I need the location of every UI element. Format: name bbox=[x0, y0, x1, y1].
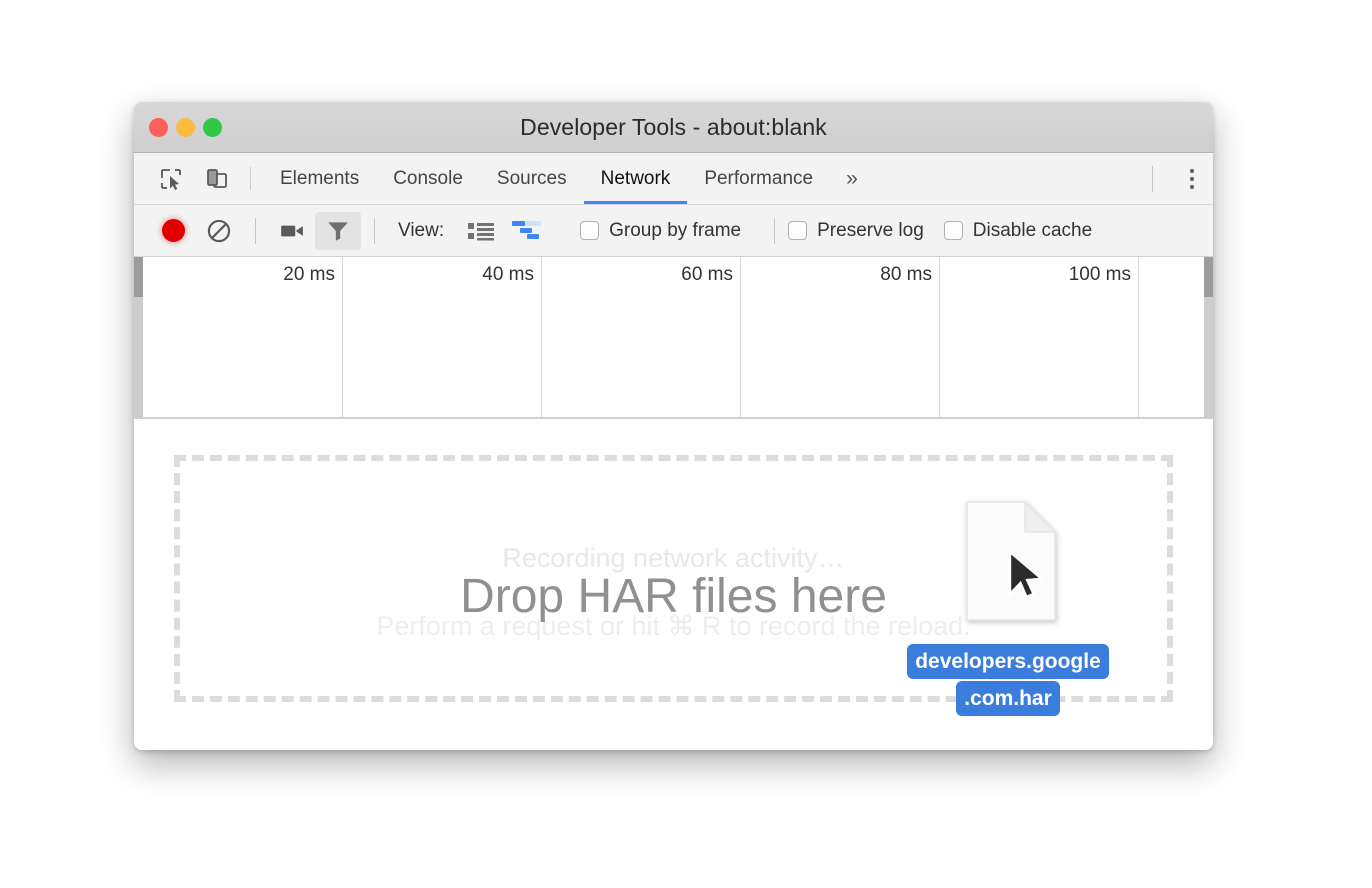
disable-cache-label: Disable cache bbox=[973, 220, 1092, 242]
checkbox-box bbox=[944, 221, 963, 240]
list-view-icon[interactable] bbox=[458, 212, 504, 250]
toolbar-divider-2 bbox=[374, 218, 375, 244]
timeline-gridline bbox=[1138, 257, 1139, 417]
checkbox-box bbox=[580, 221, 599, 240]
tab-sources[interactable]: Sources bbox=[480, 153, 584, 204]
preserve-log-checkbox[interactable]: Preserve log bbox=[788, 220, 944, 242]
tab-elements[interactable]: Elements bbox=[263, 153, 376, 204]
timeline-tick-label: 60 ms bbox=[681, 264, 740, 286]
tab-console[interactable]: Console bbox=[376, 153, 480, 204]
timeline-tick-label: 40 ms bbox=[482, 264, 541, 286]
tabbar-right-divider bbox=[1152, 166, 1153, 192]
dragged-file-name-line2: .com.har bbox=[956, 681, 1060, 716]
waterfall-view-icon[interactable] bbox=[504, 212, 550, 250]
right-scroll-rail bbox=[1204, 297, 1213, 417]
group-by-frame-checkbox[interactable]: Group by frame bbox=[580, 220, 761, 242]
timeline-gridline bbox=[740, 257, 741, 417]
tab-performance[interactable]: Performance bbox=[687, 153, 830, 204]
devtools-window: Developer Tools - about:blank Elements C… bbox=[134, 102, 1213, 750]
devtools-tabs: Elements Console Sources Network Perform… bbox=[263, 153, 874, 204]
record-button[interactable] bbox=[150, 212, 196, 250]
inspect-element-icon[interactable] bbox=[148, 153, 194, 204]
timeline-ruler[interactable]: 20 ms 40 ms 60 ms 80 ms 100 ms bbox=[143, 257, 1204, 417]
clear-button[interactable] bbox=[196, 212, 242, 250]
right-scrollbar-thumb[interactable] bbox=[1204, 257, 1213, 297]
preserve-log-label: Preserve log bbox=[817, 220, 924, 242]
toolbar-divider-4 bbox=[774, 218, 775, 244]
timeline-tick-label: 20 ms bbox=[283, 264, 342, 286]
network-overview-pane: 20 ms 40 ms 60 ms 80 ms 100 ms bbox=[134, 257, 1213, 419]
timeline-gridline bbox=[541, 257, 542, 417]
left-scrollbar-thumb[interactable] bbox=[134, 257, 143, 297]
title-bar: Developer Tools - about:blank bbox=[134, 102, 1213, 153]
device-toolbar-icon[interactable] bbox=[194, 153, 240, 204]
timeline-tick-label: 100 ms bbox=[1069, 264, 1138, 286]
toolbar-divider-1 bbox=[255, 218, 256, 244]
camera-icon bbox=[279, 218, 305, 244]
filter-button[interactable] bbox=[315, 212, 361, 250]
group-by-frame-label: Group by frame bbox=[609, 220, 741, 242]
tab-overflow-chevrons-icon[interactable]: » bbox=[830, 153, 874, 204]
disable-cache-checkbox[interactable]: Disable cache bbox=[944, 220, 1112, 242]
window-title: Developer Tools - about:blank bbox=[134, 114, 1213, 141]
filter-icon bbox=[325, 218, 351, 244]
left-scroll-rail bbox=[134, 297, 143, 417]
timeline-gridline bbox=[939, 257, 940, 417]
record-icon bbox=[162, 219, 185, 242]
dragged-file-name-line1: developers.google bbox=[907, 644, 1109, 679]
more-vertical-icon[interactable] bbox=[1171, 169, 1213, 189]
dragged-file-name: developers.google .com.har bbox=[888, 644, 1128, 718]
view-label: View: bbox=[398, 220, 444, 242]
tab-network[interactable]: Network bbox=[584, 153, 688, 204]
dragged-file-icon bbox=[965, 500, 1057, 622]
network-toolbar: View: Group by frame bbox=[134, 205, 1213, 257]
clear-icon bbox=[206, 218, 232, 244]
tabbar-right-group bbox=[1142, 153, 1213, 204]
timeline-tick-label: 80 ms bbox=[880, 264, 939, 286]
checkbox-box bbox=[788, 221, 807, 240]
tab-bar: Elements Console Sources Network Perform… bbox=[134, 153, 1213, 205]
tabbar-divider bbox=[250, 167, 251, 190]
timeline-gridline bbox=[342, 257, 343, 417]
capture-screenshots-button[interactable] bbox=[269, 212, 315, 250]
